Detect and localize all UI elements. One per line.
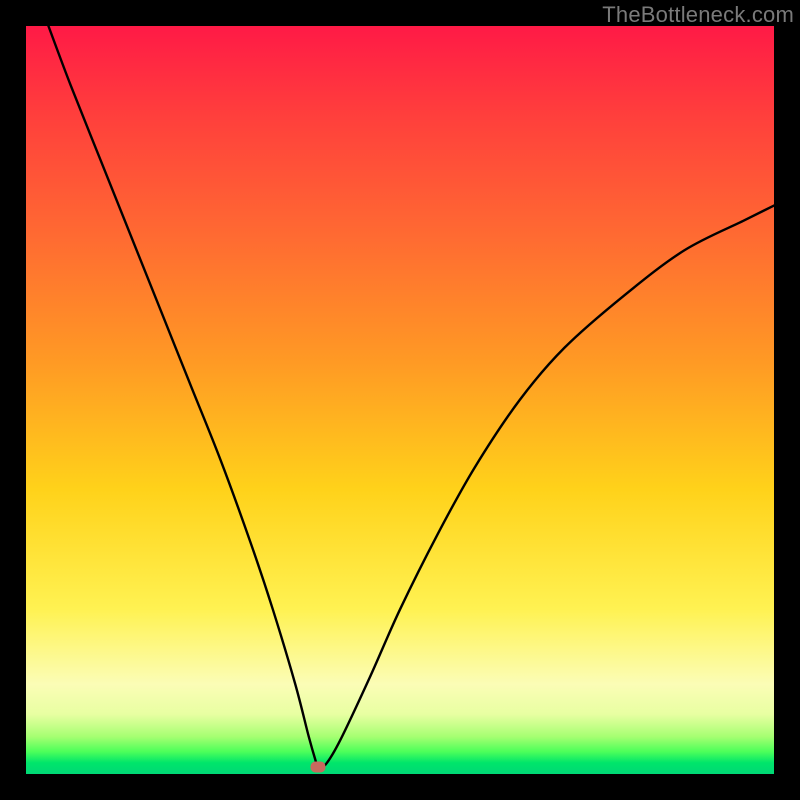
- watermark-text: TheBottleneck.com: [602, 2, 794, 28]
- chart-plot-area: [26, 26, 774, 774]
- bottleneck-curve: [26, 26, 774, 774]
- chart-frame: TheBottleneck.com: [0, 0, 800, 800]
- bottleneck-minimum-marker: [310, 761, 325, 772]
